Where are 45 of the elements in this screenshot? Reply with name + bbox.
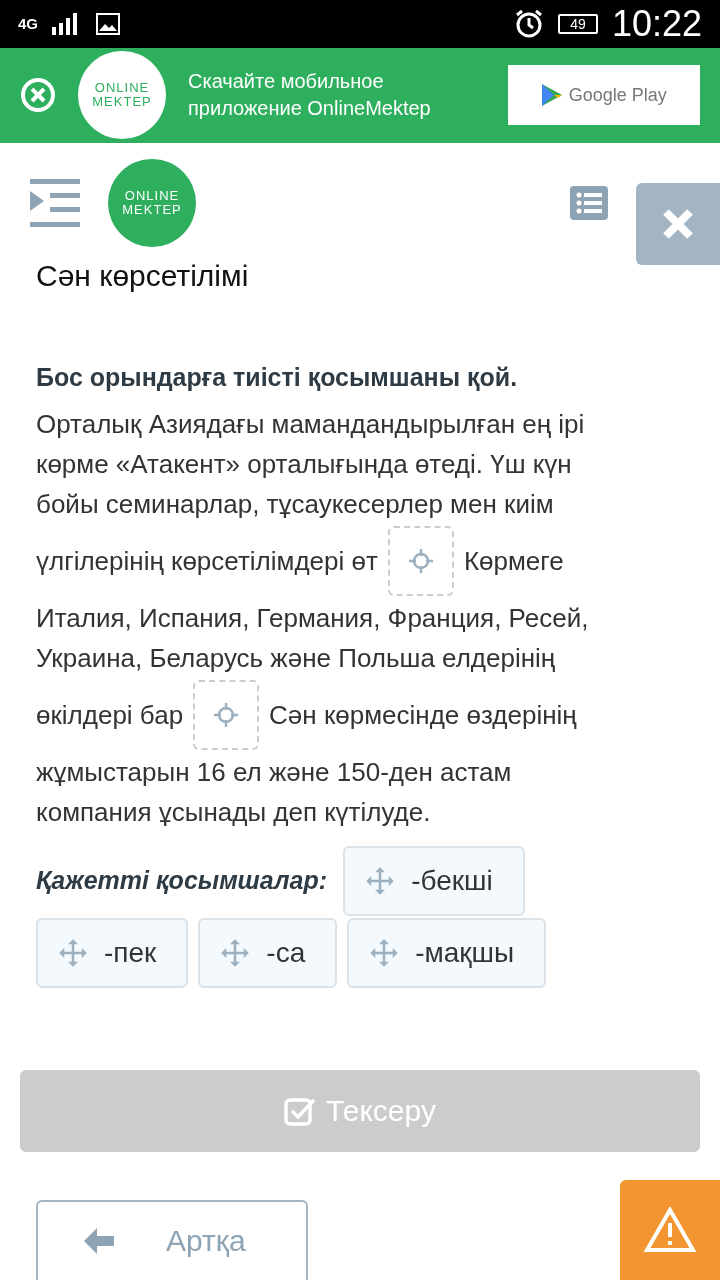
move-icon [365, 865, 396, 896]
report-button[interactable] [620, 1180, 720, 1280]
move-icon [369, 937, 400, 968]
warning-icon [644, 1207, 696, 1253]
close-button[interactable] [636, 182, 720, 265]
close-icon[interactable] [20, 77, 56, 114]
options-label: Қажетті қосымшалар: [36, 866, 328, 896]
target-icon [213, 701, 240, 728]
passage-text: Украина, Беларусь және Польша елдерінің [36, 641, 556, 675]
suffix-chip[interactable]: -са [198, 917, 338, 988]
passage-text: өкілдері бар [36, 698, 184, 732]
passage-text: компания ұсынады деп күтілуде. [36, 795, 431, 829]
move-icon [220, 937, 251, 968]
suffix-chip[interactable]: -пек [36, 917, 189, 988]
network-label: 4G [18, 15, 38, 33]
passage-text: Орталық Азиядағы мамандандырылған ең ірі [36, 407, 585, 441]
move-icon [58, 937, 88, 968]
suffix-chip[interactable]: -бекші [343, 845, 525, 916]
close-icon [662, 207, 694, 240]
suffix-chip[interactable]: -мақшы [347, 917, 547, 988]
clock-time: 10:22 [611, 2, 702, 45]
target-icon [407, 547, 434, 574]
drop-zone[interactable] [387, 525, 454, 596]
list-icon[interactable] [570, 185, 608, 220]
passage-text: көрме «Атакент» орталығында өтеді. Үш күн [36, 447, 572, 481]
menu-icon[interactable] [30, 178, 80, 227]
passage-text: Сән көрмесінде өздерінің [269, 698, 577, 732]
passage-text: бойы семинарлар, тұсаукесерлер мен киім [36, 487, 554, 521]
app-logo: ONLINE MEKTEP [78, 51, 166, 140]
lesson-title: Сән көрсетілімі [35, 258, 250, 293]
store-button[interactable]: Google Play [507, 65, 700, 126]
task-instruction: Бос орындарға тиісті қосымшаны қой. [36, 362, 519, 392]
alarm-icon [514, 8, 545, 39]
image-icon [96, 12, 120, 35]
checkbox-icon [284, 1095, 317, 1126]
passage-text: Италия, Испания, Германия, Франция, Ресей, [36, 601, 589, 635]
banner-text: Скачайте мобильное приложение OnlineMektep [188, 69, 432, 122]
passage-text: жұмыстарын 16 ел және 150-ден астам [36, 755, 512, 789]
play-icon [540, 83, 563, 108]
passage-text: Көрмеге [463, 544, 564, 578]
drop-zone[interactable] [193, 679, 260, 750]
arrow-left-icon [84, 1228, 114, 1254]
battery-level: 49 [558, 13, 598, 34]
site-logo: ONLINE MEKTEP [108, 158, 196, 247]
passage-text: үлгілерінің көрсетілімдері өт [36, 544, 378, 578]
